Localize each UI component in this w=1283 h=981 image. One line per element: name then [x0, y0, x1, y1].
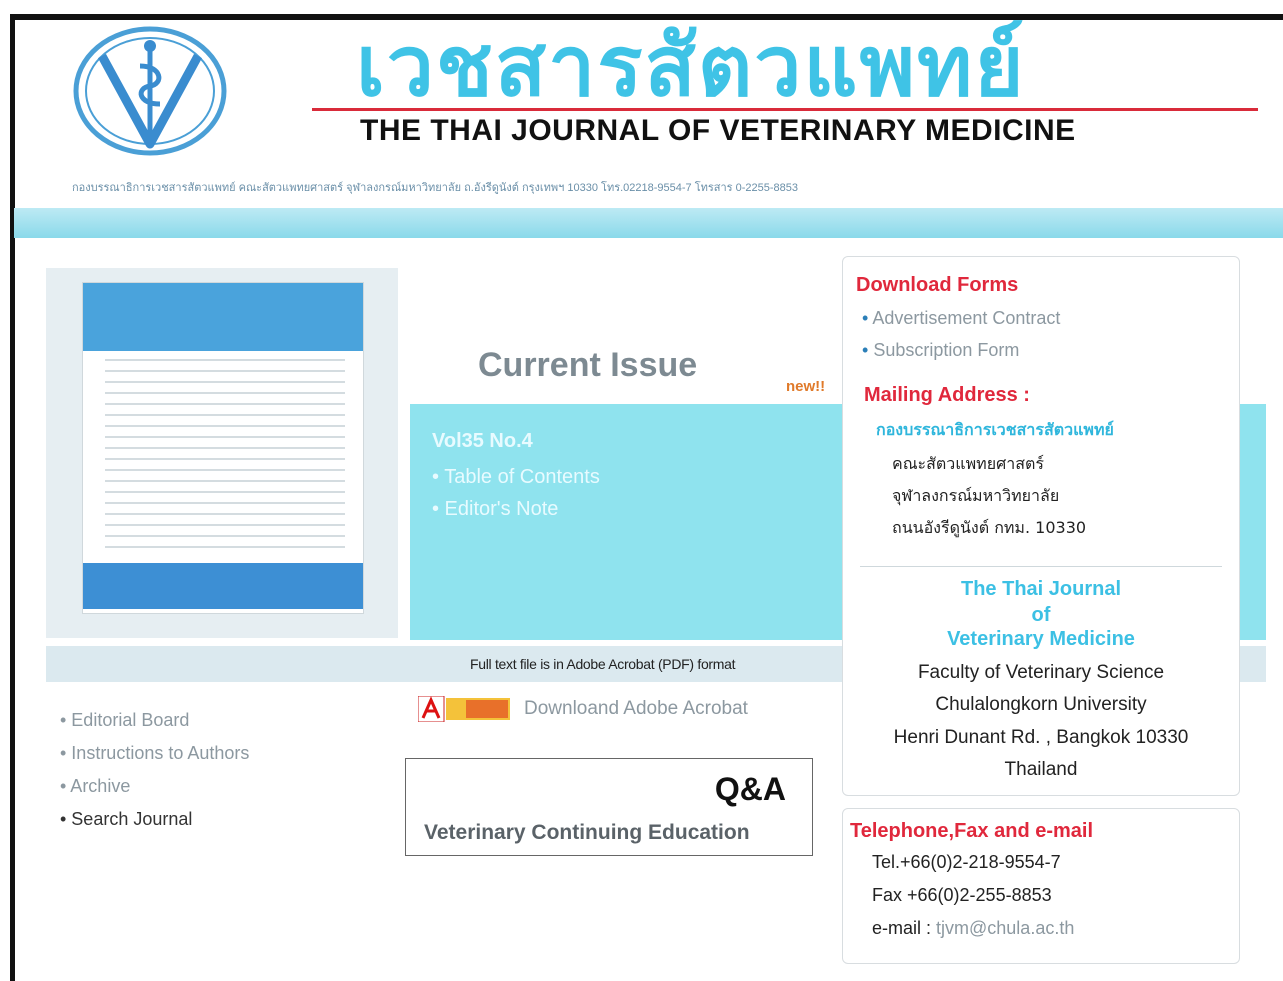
editorial-board-link[interactable]: • Editorial Board	[60, 710, 189, 731]
header-band	[14, 208, 1283, 238]
contact-heading: Telephone,Fax and e-mail	[850, 820, 1094, 842]
fax-line: Fax +66(0)2-255-8853	[872, 885, 1052, 905]
subscription-form-label: Subscription Form	[873, 340, 1020, 360]
faculty-line-2: Chulalongkorn University	[935, 694, 1147, 715]
cover-contents-graphic	[105, 359, 345, 555]
download-forms-heading: Download Forms	[856, 274, 1019, 296]
email-line: e-mail : tjvm@chula.ac.th	[872, 918, 1074, 939]
faculty-line-4: Thailand	[1004, 759, 1078, 780]
issue-volume: Vol35 No.4	[432, 430, 533, 452]
thai-address-line-1: คณะสัตวแพทยศาสตร์	[892, 454, 1044, 473]
sidebar-divider	[860, 566, 1222, 567]
cover-header-graphic	[83, 283, 363, 351]
email-label: e-mail :	[872, 918, 937, 938]
faculty-line-3: Henri Dunant Rd. , Bangkok 10330	[893, 727, 1189, 748]
advertisement-contract-label: Advertisement Contract	[872, 308, 1061, 328]
download-acrobat-link[interactable]: Downloand Adobe Acrobat	[524, 698, 748, 720]
mailing-address-heading: Mailing Address :	[864, 384, 1030, 406]
bullet-icon: •	[862, 340, 874, 360]
current-issue-cover-image[interactable]	[82, 282, 364, 614]
instructions-to-authors-link[interactable]: • Instructions to Authors	[60, 743, 249, 764]
qa-banner[interactable]: Q&A Veterinary Continuing Education	[405, 758, 813, 856]
thai-address-line-3: ถนนอังรีดูนังต์ กทม. 10330	[892, 518, 1087, 537]
current-issue-heading: Current Issue	[478, 346, 698, 384]
faculty-line-1: Faculty of Veterinary Science	[917, 662, 1165, 683]
journal-name-line-2: of	[1031, 604, 1051, 626]
advertisement-contract-link[interactable]: • Advertisement Contract	[862, 308, 1060, 329]
journal-name-line-1: The Thai Journal	[960, 578, 1122, 600]
thai-address-line-2: จุฬาลงกรณ์มหาวิทยาลัย	[892, 486, 1060, 505]
journal-logo-icon	[73, 26, 227, 156]
thai-journal-title: เวชสารสัตวแพทย์	[356, 17, 1026, 115]
cover-animals-graphic	[83, 563, 363, 609]
bullet-icon: •	[862, 308, 873, 328]
title-divider	[312, 108, 1258, 111]
new-badge: new!!	[786, 378, 826, 395]
archive-link[interactable]: • Archive	[60, 776, 130, 797]
search-journal-link[interactable]: • Search Journal	[60, 809, 192, 830]
adobe-reader-icon[interactable]	[418, 696, 510, 722]
qa-subtitle: Veterinary Continuing Education	[424, 821, 750, 844]
fulltext-note: Full text file is in Adobe Acrobat (PDF)…	[470, 656, 736, 672]
english-journal-title: THE THAI JOURNAL OF VETERINARY MEDICINE	[360, 114, 1076, 147]
qa-title: Q&A	[714, 771, 786, 807]
table-of-contents-link[interactable]: • Table of Contents	[432, 466, 600, 489]
email-link[interactable]: tjvm@chula.ac.th	[936, 918, 1074, 938]
telephone-line: Tel.+66(0)2-218-9554-7	[872, 852, 1061, 872]
editors-note-link[interactable]: • Editor's Note	[432, 498, 558, 521]
thai-org-name: กองบรรณาธิการเวชสารสัตวแพทย์	[876, 420, 1114, 439]
header-address-line: กองบรรณาธิการเวชสารสัตวแพทย์ คณะสัตวแพทย…	[72, 182, 799, 194]
journal-name-line-3: Veterinary Medicine	[947, 628, 1135, 650]
subscription-form-link[interactable]: • Subscription Form	[862, 340, 1019, 361]
